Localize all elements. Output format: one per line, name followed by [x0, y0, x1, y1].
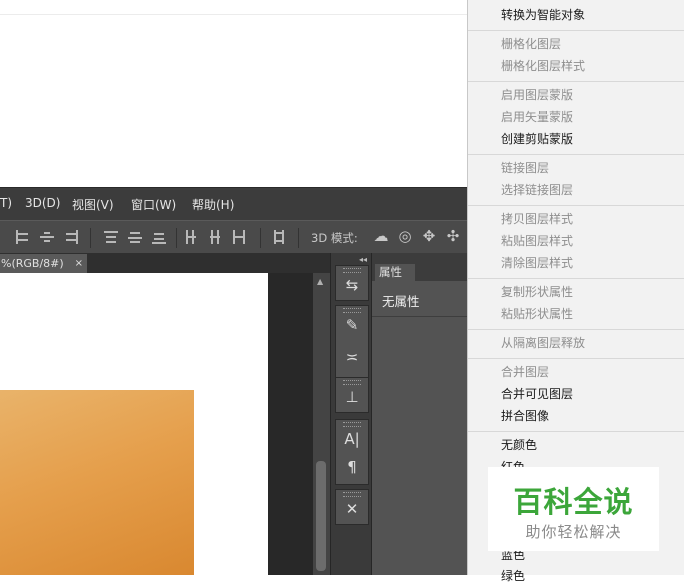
grip-handle[interactable] [343, 422, 361, 427]
tools-icon: ✕ [345, 500, 359, 518]
toolbar-separator [90, 228, 91, 248]
stamp-icon: ⊥ [345, 388, 359, 406]
tool-presets-panel-button[interactable]: ✕ [335, 489, 369, 525]
watermark-subtitle: 助你轻松解决 [525, 523, 622, 541]
menu-item-paste-shape-attributes: 粘贴形状属性 [501, 307, 574, 321]
character-panel-group: A| ¶ [335, 419, 369, 485]
document-tab-title: %(RGB/8#) [1, 257, 64, 270]
menu-separator [468, 30, 684, 31]
menu-separator [468, 154, 684, 155]
menu-item-green[interactable]: 绿色 [501, 568, 525, 584]
menu-separator [468, 358, 684, 359]
grip-handle[interactable] [343, 380, 361, 385]
align-left-edges-icon[interactable] [104, 230, 118, 244]
align-vertical-centers-icon[interactable] [40, 230, 54, 244]
menu-item-select-linked-layers: 选择链接图层 [501, 183, 574, 197]
menu-item-copy-shape-attributes: 复制形状属性 [501, 285, 574, 299]
toolbar-separator [176, 228, 177, 248]
menu-view[interactable]: 视图(V) [72, 196, 114, 213]
menu-item-paste-layer-style: 粘贴图层样式 [501, 234, 574, 248]
history-panel-button[interactable]: ⇆ [335, 265, 369, 301]
3d-pan-icon[interactable]: ✥ [420, 227, 438, 245]
menu-item-clear-layer-style: 清除图层样式 [501, 256, 574, 270]
distribute-bottom-icon[interactable] [232, 230, 246, 244]
menu-item-rasterize-layer-style: 栅格化图层样式 [501, 59, 586, 73]
menu-item-copy-layer-style: 拷贝图层样式 [501, 212, 574, 226]
history-icon: ⇆ [345, 276, 359, 294]
align-bottom-edges-icon[interactable] [64, 230, 78, 244]
blank-area [0, 0, 467, 187]
menu-separator [468, 431, 684, 432]
grip-handle[interactable] [343, 492, 361, 497]
watermark-logo: 百科全说 助你轻松解决 [488, 467, 659, 551]
brush-icon[interactable]: ✎ [336, 314, 368, 336]
grip-handle[interactable] [343, 268, 361, 273]
menu-separator [468, 278, 684, 279]
character-icon[interactable]: A| [336, 428, 368, 450]
options-bar: 3D 模式: ☁ ◎ ✥ ✣ [0, 220, 467, 254]
menu-item-create-clipping-mask[interactable]: 创建剪贴蒙版 [501, 131, 573, 147]
collapse-panels-icon[interactable]: ◂◂ [359, 255, 367, 264]
orange-image-layer [0, 390, 194, 575]
3d-slide-icon[interactable]: ✣ [444, 227, 462, 245]
scrollbar-thumb[interactable] [316, 461, 326, 571]
adjustments-panel-group: ✎ ≍ [335, 305, 369, 381]
panel-icon-dock: ◂◂ ⇆ ✎ ≍ ⊥ A| ¶ ✕ [330, 253, 371, 575]
menu-item-merge-layers: 合并图层 [501, 365, 550, 379]
clone-source-panel-button[interactable]: ⊥ [335, 377, 369, 413]
divider [372, 316, 468, 317]
tab-properties[interactable]: 属性 [375, 264, 415, 281]
align-right-edges-icon[interactable] [152, 230, 166, 244]
menu-bar: T) 3D(D) 视图(V) 窗口(W) 帮助(H) [0, 187, 467, 221]
properties-tab-bar: 属性 [372, 253, 468, 281]
menu-3d[interactable]: 3D(D) [25, 196, 60, 210]
grip-handle[interactable] [343, 308, 361, 313]
menu-item-enable-vector-mask: 启用矢量蒙版 [501, 110, 574, 124]
no-properties-text: 无属性 [382, 294, 420, 309]
menu-item-convert-to-smart-object[interactable]: 转换为智能对象 [501, 7, 585, 23]
toolbar-separator [260, 228, 261, 248]
divider [0, 14, 467, 15]
vertical-scrollbar[interactable]: ▲ [313, 273, 330, 575]
menu-item-link-layers: 链接图层 [501, 161, 550, 175]
menu-item-no-color[interactable]: 无颜色 [501, 437, 537, 453]
3d-orbit-icon[interactable]: ☁ [372, 227, 390, 245]
menu-item-release-from-isolation: 从隔离图层释放 [501, 336, 586, 350]
distribute-top-icon[interactable] [184, 230, 198, 244]
3d-roll-icon[interactable]: ◎ [396, 227, 414, 245]
document-tab[interactable]: %(RGB/8#) × [0, 254, 87, 273]
adjustments-icon[interactable]: ≍ [336, 346, 368, 368]
3d-mode-label: 3D 模式: [311, 231, 358, 245]
menu-help[interactable]: 帮助(H) [192, 196, 234, 213]
auto-align-layers-icon[interactable] [272, 230, 286, 244]
document-tab-bar: %(RGB/8#) × [0, 253, 330, 273]
paragraph-icon[interactable]: ¶ [336, 456, 368, 478]
watermark-title: 百科全说 [513, 485, 634, 519]
align-horizontal-centers-icon[interactable] [128, 230, 142, 244]
toolbar-separator [298, 228, 299, 248]
align-top-edges-icon[interactable] [16, 230, 30, 244]
menu-item-enable-layer-mask: 启用图层蒙版 [501, 88, 574, 102]
menu-type[interactable]: T) [0, 196, 12, 210]
menu-window[interactable]: 窗口(W) [131, 196, 176, 213]
menu-separator [468, 205, 684, 206]
scroll-up-arrow-icon[interactable]: ▲ [317, 277, 323, 286]
distribute-centers-icon[interactable] [208, 230, 222, 244]
menu-separator [468, 329, 684, 330]
close-icon[interactable]: × [75, 254, 83, 273]
menu-item-merge-visible[interactable]: 合并可见图层 [501, 386, 573, 402]
properties-panel: 属性 无属性 [371, 253, 468, 575]
menu-separator [468, 81, 684, 82]
menu-item-flatten-image[interactable]: 拼合图像 [501, 408, 549, 424]
menu-item-rasterize-layer: 栅格化图层 [501, 37, 562, 51]
